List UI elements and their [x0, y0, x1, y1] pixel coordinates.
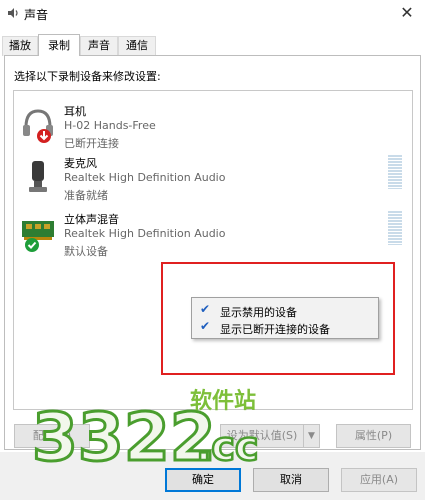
device-name: 耳机: [64, 105, 86, 118]
context-menu: ✔ 显示禁用的设备 ✔ 显示已断开连接的设备: [191, 297, 379, 339]
menu-item-show-disconnected[interactable]: ✔ 显示已断开连接的设备: [192, 318, 378, 336]
device-name: 麦克风: [64, 157, 97, 170]
device-status: 已断开连接: [64, 137, 119, 150]
apply-button[interactable]: 应用(A): [341, 468, 417, 492]
configure-button[interactable]: 配置(C): [14, 424, 90, 448]
device-status: 默认设备: [64, 245, 108, 258]
ok-button[interactable]: 确定: [165, 468, 241, 492]
device-description: Realtek High Definition Audio: [64, 227, 226, 240]
device-description: H-02 Hands-Free: [64, 119, 156, 132]
device-item-microphone[interactable]: 麦克风 Realtek High Definition Audio 准备就绪: [14, 151, 412, 203]
chevron-down-icon[interactable]: ▼: [303, 425, 319, 447]
microphone-icon: [29, 161, 47, 192]
device-status: 准备就绪: [64, 189, 108, 202]
tab-communications[interactable]: 通信: [118, 36, 156, 56]
menu-item-show-disabled[interactable]: ✔ 显示禁用的设备: [192, 301, 378, 319]
set-default-button[interactable]: 设为默认值(S) ▼: [220, 424, 320, 448]
device-item-stereo-mix[interactable]: 立体声混音 Realtek High Definition Audio 默认设备: [14, 207, 412, 259]
device-name: 立体声混音: [64, 213, 119, 226]
checkmark-icon: ✔: [200, 302, 211, 316]
tab-sounds[interactable]: 声音: [80, 36, 118, 56]
sound-card-icon: [22, 221, 54, 252]
device-item-headset[interactable]: 耳机 H-02 Hands-Free 已断开连接: [14, 99, 412, 151]
level-meter: [388, 155, 402, 189]
tab-strip: 播放 录制 声音 通信: [0, 34, 425, 56]
tab-playback[interactable]: 播放: [2, 36, 38, 56]
speaker-icon: [8, 8, 18, 18]
headset-icon: [23, 109, 53, 143]
level-meter: [388, 211, 402, 245]
title-bar: 声音 ✕: [0, 0, 425, 28]
cancel-button[interactable]: 取消: [253, 468, 329, 492]
instruction-text: 选择以下录制设备来修改设置:: [14, 70, 161, 83]
checkmark-icon: ✔: [200, 319, 211, 333]
window-title: 声音: [24, 8, 49, 22]
tab-recording[interactable]: 录制: [38, 34, 80, 56]
close-icon: ✕: [400, 3, 414, 22]
device-description: Realtek High Definition Audio: [64, 171, 226, 184]
close-button[interactable]: ✕: [389, 0, 425, 28]
properties-button[interactable]: 属性(P): [336, 424, 411, 448]
